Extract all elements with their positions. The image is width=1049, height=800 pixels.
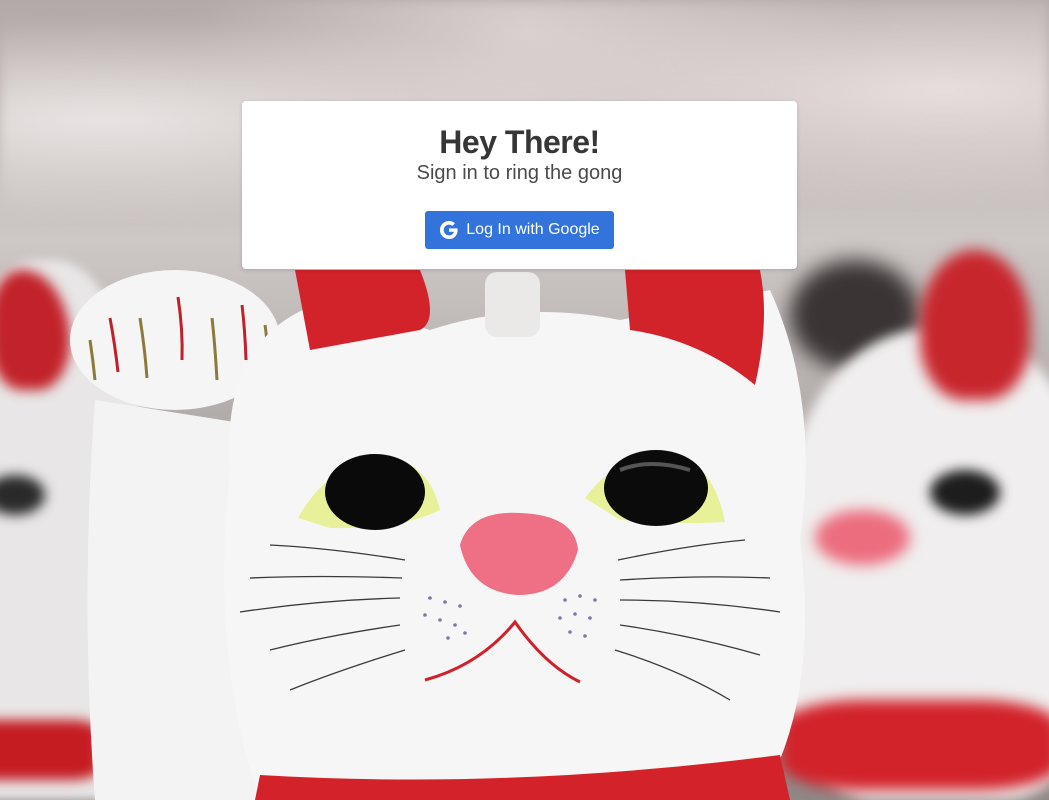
login-card: Hey There! Sign in to ring the gong Log …: [242, 101, 797, 269]
page-subtitle: Sign in to ring the gong: [416, 162, 623, 184]
google-login-button[interactable]: Log In with Google: [425, 211, 614, 249]
page-title: Hey There!: [439, 124, 600, 160]
google-login-label: Log In with Google: [466, 221, 600, 238]
google-icon: [439, 220, 459, 240]
